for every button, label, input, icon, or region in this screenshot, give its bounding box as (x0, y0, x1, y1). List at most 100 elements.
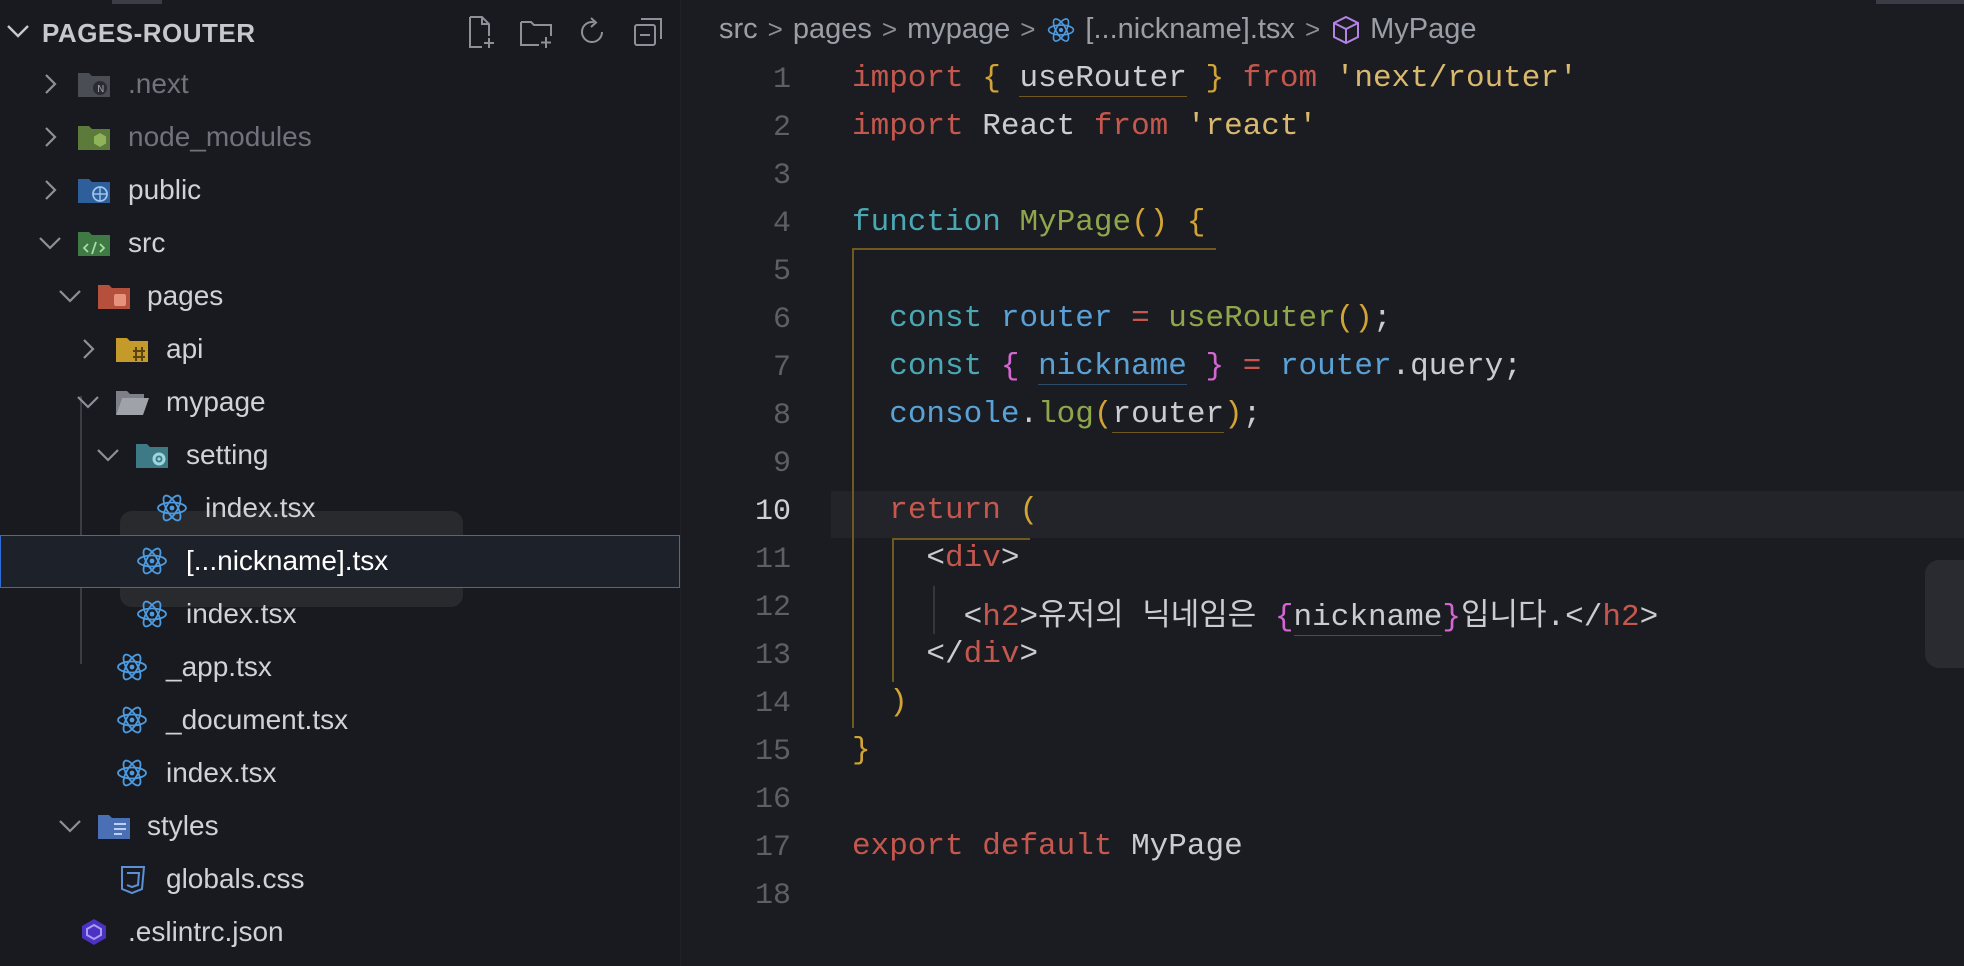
breadcrumb-separator-icon: > (1020, 14, 1036, 44)
tree-item-styles[interactable]: styles (0, 800, 680, 853)
line-number: 3 (772, 159, 791, 193)
code-line-15[interactable]: } (852, 733, 871, 768)
code-token: router (1279, 349, 1392, 384)
code-line-17[interactable]: export default MyPage (852, 829, 1243, 864)
breadcrumb-symbol[interactable]: MyPage (1370, 13, 1476, 46)
code-token: function (852, 205, 1001, 240)
code-token: router (1000, 301, 1113, 336)
code-token: console (889, 397, 1020, 432)
line-number: 1 (772, 63, 791, 97)
chevron-down-icon[interactable] (56, 812, 84, 840)
tree-item-label: mypage (166, 386, 266, 417)
tree-item-node-modules[interactable]: node_modules (0, 111, 680, 164)
line-number: 11 (754, 543, 791, 577)
tree-item-document[interactable]: _document.tsx (0, 694, 680, 747)
tree-item-label: [...nickname].tsx (186, 545, 389, 576)
tree-item-mypage-index[interactable]: index.tsx (0, 588, 680, 641)
eslint-icon (76, 916, 112, 948)
code-token: { (1186, 205, 1206, 240)
code-token: 유저의 닉네임은 (1038, 600, 1275, 635)
line-number: 4 (772, 207, 791, 241)
chevron-down-icon[interactable] (4, 17, 32, 50)
pages-folder-icon (96, 280, 132, 312)
chevron-down-icon[interactable] (36, 229, 64, 257)
chevron-down-icon[interactable] (56, 282, 84, 310)
refresh-icon[interactable] (574, 14, 610, 50)
collapse-all-icon[interactable] (630, 14, 666, 50)
tree-item-globals-css[interactable]: globals.css (0, 853, 680, 906)
tree-item-pages-index[interactable]: index.tsx (0, 747, 680, 800)
breadcrumb: src > pages > mypage > [...nickname].tsx… (719, 13, 1477, 46)
code-token: div (945, 541, 1001, 576)
new-folder-icon[interactable] (518, 14, 554, 50)
tree-item-next[interactable]: N .next (0, 58, 680, 111)
code-token: const (889, 301, 983, 336)
code-token: from (1093, 109, 1169, 144)
tree-item-api[interactable]: api (0, 323, 680, 376)
code-token: } (852, 733, 871, 768)
tree-item-eslintrc[interactable]: .eslintrc.json (0, 906, 680, 959)
code-token: } (1205, 349, 1225, 384)
code-token: ) (889, 685, 908, 720)
breadcrumb-pages[interactable]: pages (793, 13, 872, 46)
line-number: 16 (754, 783, 791, 817)
chevron-right-icon[interactable] (36, 123, 64, 151)
code-token: () (1131, 205, 1169, 240)
code-line-7[interactable]: const { nickname } = router.query; (852, 349, 1522, 385)
code-token: ( (1019, 493, 1039, 528)
line-number: 13 (754, 639, 791, 673)
breadcrumb-separator-icon: > (1304, 14, 1321, 44)
line-number: 6 (772, 303, 791, 337)
editor-top-accent (1876, 0, 1964, 4)
tree-item-nickname[interactable]: [...nickname].tsx (0, 535, 680, 588)
tree-item-label: pages (147, 280, 224, 311)
code-token: const (889, 349, 983, 384)
code-token: } (1205, 61, 1225, 96)
tree-item-setting-index[interactable]: index.tsx (0, 482, 680, 535)
breadcrumb-file[interactable]: [...nickname].tsx (1085, 13, 1295, 46)
new-file-icon[interactable] (462, 14, 498, 50)
tree-item-src[interactable]: src (0, 217, 680, 270)
chevron-right-icon[interactable] (74, 335, 102, 363)
tree-item-app[interactable]: _app.tsx (0, 641, 680, 694)
code-line-1[interactable]: import { useRouter } from 'next/router' (852, 61, 1578, 97)
code-line-13[interactable]: </div> (852, 637, 1038, 672)
code-token: 'next/router' (1335, 61, 1578, 96)
tree-item-setting[interactable]: setting (0, 429, 680, 482)
react-icon (114, 704, 150, 736)
breadcrumb-separator-icon: > (767, 14, 783, 44)
chevron-down-icon[interactable] (94, 441, 122, 469)
breadcrumb-mypage[interactable]: mypage (907, 13, 1010, 46)
code-editor[interactable]: src > pages > mypage > [...nickname].tsx… (681, 0, 1964, 966)
tree-item-label: node_modules (128, 121, 312, 152)
code-line-8[interactable]: console.log(router); (852, 397, 1261, 433)
tree-item-mypage[interactable]: mypage (0, 376, 680, 429)
tree-item-pages[interactable]: pages (0, 270, 680, 323)
code-token: ( (1093, 397, 1113, 432)
code-line-10[interactable]: return ( (852, 493, 1038, 528)
line-number: 14 (754, 687, 791, 721)
chevron-right-icon[interactable] (36, 70, 64, 98)
tree-item-label: index.tsx (166, 757, 277, 788)
explorer-header[interactable]: PAGES-ROUTER (0, 14, 680, 52)
code-line-4[interactable]: function MyPage() { (852, 205, 1206, 240)
react-icon (134, 598, 170, 630)
code-token: 입니다. (1460, 600, 1566, 635)
tree-item-label: _document.tsx (166, 704, 349, 735)
code-line-12[interactable]: <h2>유저의 닉네임은 {nickname}입니다.</h2> (852, 589, 1658, 636)
code-line-6[interactable]: const router = useRouter(); (852, 301, 1391, 336)
breadcrumb-src[interactable]: src (719, 13, 758, 46)
line-number: 17 (754, 831, 791, 865)
tree-item-label: index.tsx (186, 598, 297, 629)
tree-item-label: public (128, 174, 202, 205)
chevron-right-icon[interactable] (36, 176, 64, 204)
line-number: 2 (772, 111, 791, 145)
code-line-14[interactable]: ) (852, 685, 908, 720)
breadcrumb-separator-icon: > (881, 14, 898, 44)
code-line-2[interactable]: import React from 'react' (852, 109, 1317, 144)
tree-item-public[interactable]: public (0, 164, 680, 217)
chevron-down-icon[interactable] (74, 388, 102, 416)
line-number: 12 (754, 591, 791, 625)
code-token: div (963, 637, 1020, 672)
code-line-11[interactable]: <div> (852, 541, 1019, 576)
